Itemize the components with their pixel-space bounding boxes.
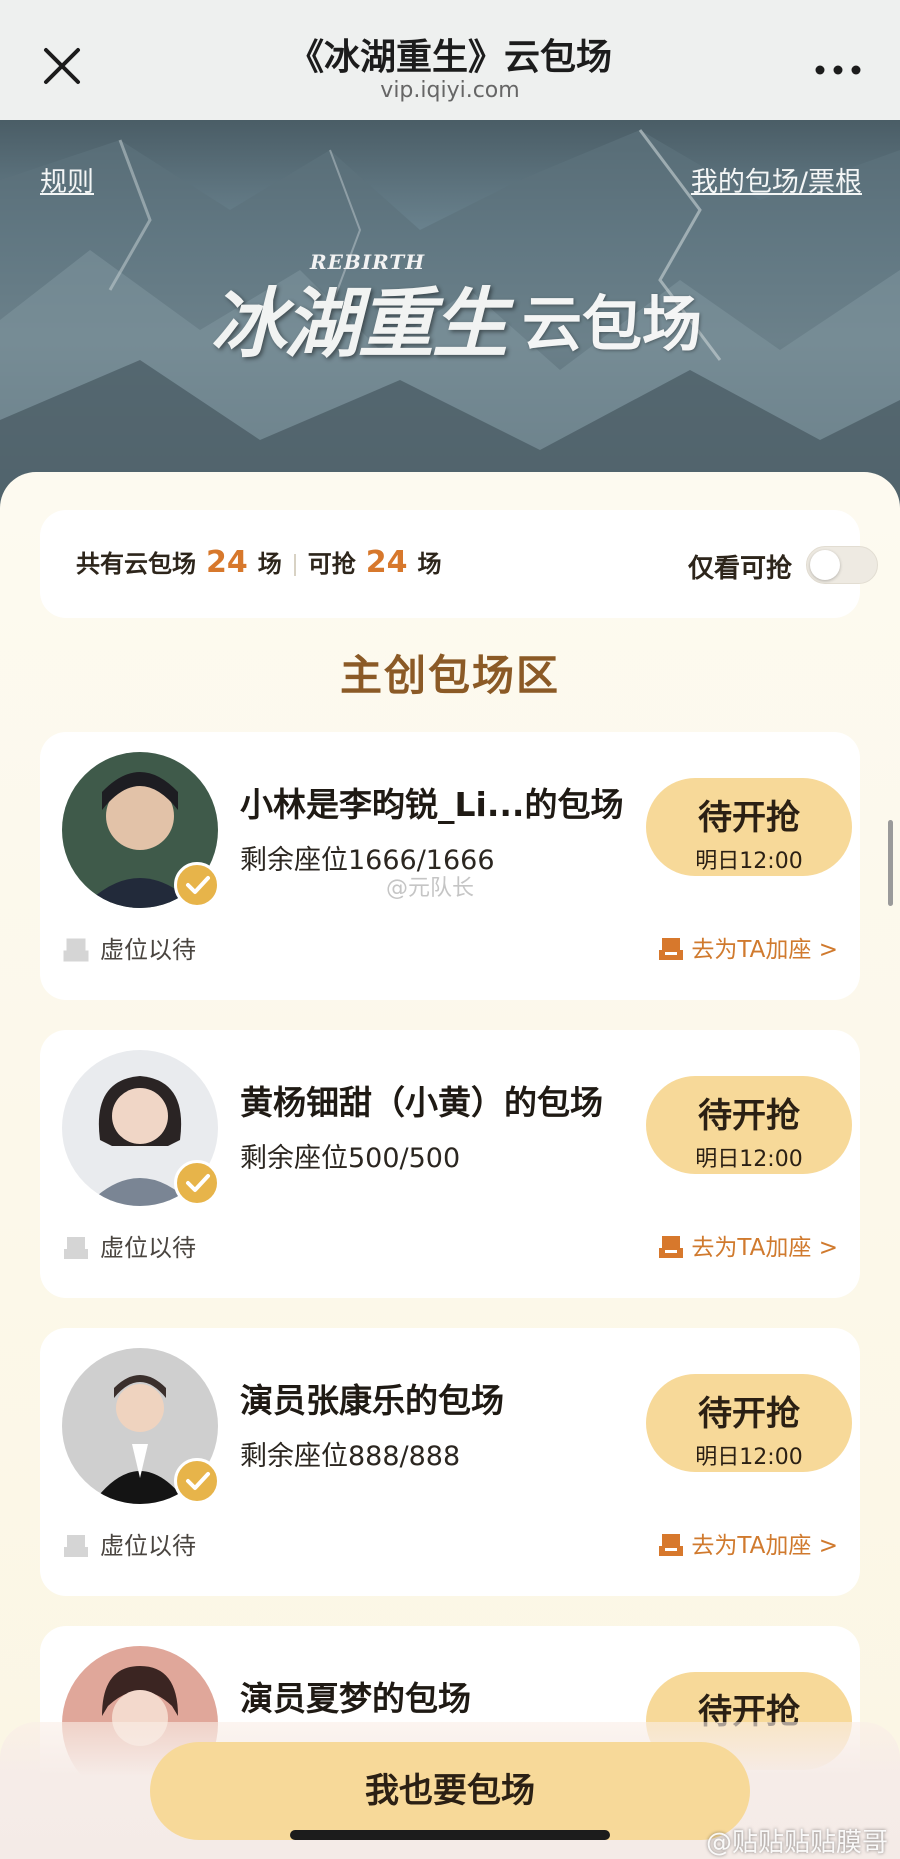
booking-card[interactable]: 黄杨钿甜（小黄）的包场 剩余座位500/500 待开抢 明日12:00 虚位以待… xyxy=(40,1030,860,1298)
page-title: 《冰湖重生》云包场 xyxy=(287,37,612,78)
add-seat-label: 去为TA加座 > xyxy=(691,937,838,963)
watermark: @贴贴贴贴膜哥 xyxy=(705,1828,888,1858)
add-seat-label: 去为TA加座 > xyxy=(691,1235,838,1261)
vacant-label: 虚位以待 xyxy=(100,936,196,964)
available-only-toggle[interactable] xyxy=(806,546,878,584)
vacant-status: 虚位以待 xyxy=(62,1526,196,1561)
toggle-knob xyxy=(810,550,840,580)
seat-icon xyxy=(64,1535,88,1557)
my-booking-link[interactable]: 我的包场/票根 xyxy=(691,160,862,199)
hero-banner: 规则 我的包场/票根 REBIRTH 冰湖重生 云包场 xyxy=(0,120,900,520)
verified-badge-icon xyxy=(174,1160,220,1206)
logo-title: 冰湖重生 xyxy=(210,279,508,368)
vacant-status: 虚位以待 xyxy=(62,930,196,965)
grab-button[interactable]: 待开抢 明日12:00 xyxy=(646,1076,852,1174)
grab-label: 待开抢 xyxy=(698,798,800,838)
grab-label: 待开抢 xyxy=(698,1096,800,1136)
booking-name: 黄杨钿甜（小黄）的包场 xyxy=(240,1083,603,1122)
seat-icon xyxy=(64,1237,88,1259)
book-theater-button[interactable]: 我也要包场 xyxy=(150,1742,750,1840)
filter-label: 仅看可抢 xyxy=(688,554,793,584)
nav-bar: 《冰湖重生》云包场 vip.iqiyi.com xyxy=(0,0,900,120)
summary-bar: 共有云包场 24 场可抢 24 场 仅看可抢 xyxy=(40,510,878,618)
vacant-status: 虚位以待 xyxy=(62,1228,196,1263)
scrollbar[interactable] xyxy=(888,820,893,906)
section-title: 主创包场区 xyxy=(339,651,560,700)
total-unit: 场 xyxy=(257,550,282,578)
add-seat-label: 去为TA加座 > xyxy=(691,1533,838,1559)
available-unit: 场 xyxy=(417,550,442,578)
vacant-label: 虚位以待 xyxy=(100,1532,196,1560)
home-indicator xyxy=(290,1830,610,1840)
add-seat-link[interactable]: 去为TA加座 > xyxy=(657,1228,838,1262)
booking-name: 小林是李昀锐_Li...的包场 xyxy=(240,785,624,824)
available-count: 24 xyxy=(365,545,408,580)
grab-time: 明日12:00 xyxy=(695,1147,803,1172)
seat-icon xyxy=(659,938,684,960)
add-seat-link[interactable]: 去为TA加座 > xyxy=(657,1526,838,1560)
remaining-seats: 剩余座位888/888 xyxy=(240,1441,461,1472)
page-url: vip.iqiyi.com xyxy=(380,78,520,103)
more-icon[interactable] xyxy=(808,50,868,90)
grab-button[interactable]: 待开抢 明日12:00 xyxy=(646,778,852,876)
seat-icon xyxy=(63,938,89,962)
summary-text: 共有云包场 24 场可抢 24 场 xyxy=(76,544,442,580)
total-label: 共有云包场 xyxy=(76,550,196,578)
booking-card[interactable]: 小林是李昀锐_Li...的包场 剩余座位1666/1666 待开抢 明日12:0… xyxy=(40,732,860,1000)
seat-icon xyxy=(659,1236,684,1258)
available-label: 可抢 xyxy=(307,550,356,578)
verified-badge-icon xyxy=(174,862,220,908)
vacant-label: 虚位以待 xyxy=(100,1234,196,1262)
seat-icon xyxy=(659,1534,684,1556)
grab-time: 明日12:00 xyxy=(695,1445,803,1470)
show-logo: REBIRTH 冰湖重生 云包场 xyxy=(210,250,710,380)
booking-name: 演员夏梦的包场 xyxy=(240,1679,471,1718)
verified-badge-icon xyxy=(174,1458,220,1504)
grab-time: 明日12:00 xyxy=(695,849,803,874)
rules-link[interactable]: 规则 xyxy=(40,160,94,199)
total-count: 24 xyxy=(206,545,248,580)
remaining-seats: 剩余座位500/500 xyxy=(240,1143,461,1174)
logo-subtitle: 云包场 xyxy=(522,290,702,360)
booking-card[interactable]: 演员张康乐的包场 剩余座位888/888 待开抢 明日12:00 虚位以待 去为… xyxy=(40,1328,860,1596)
watermark: @元队长 xyxy=(386,876,475,901)
divider xyxy=(293,554,296,576)
grab-button[interactable]: 待开抢 明日12:00 xyxy=(646,1374,852,1472)
booking-name: 演员张康乐的包场 xyxy=(240,1381,504,1420)
add-seat-link[interactable]: 去为TA加座 > xyxy=(657,930,838,964)
grab-label: 待开抢 xyxy=(698,1394,800,1434)
